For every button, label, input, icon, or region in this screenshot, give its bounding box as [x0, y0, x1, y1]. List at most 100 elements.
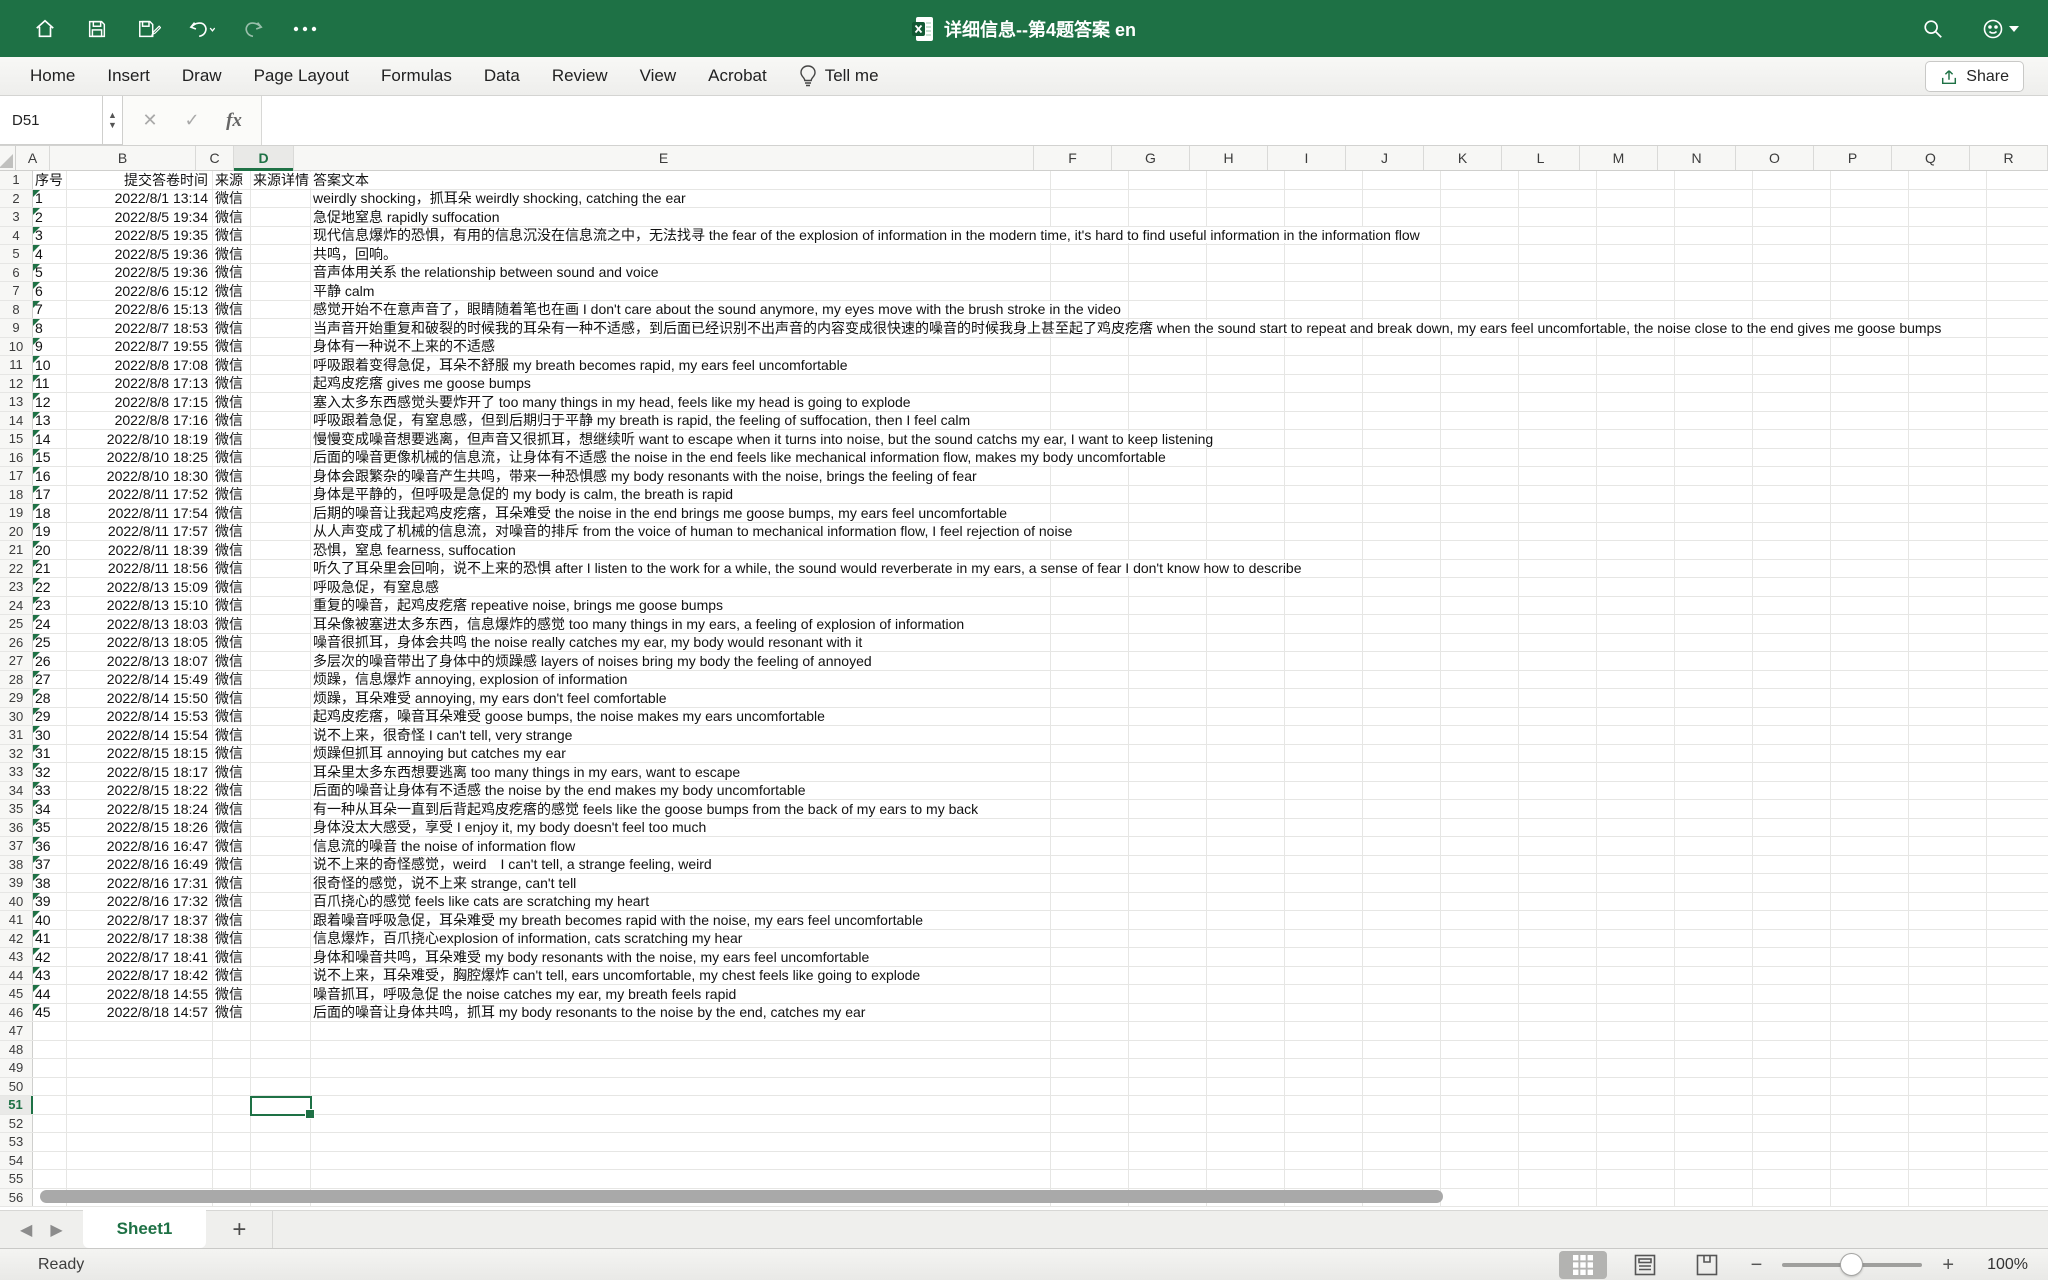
page-break-view-button[interactable]: [1683, 1251, 1731, 1279]
cell-I39[interactable]: [1285, 874, 1363, 892]
tab-acrobat[interactable]: Acrobat: [692, 57, 783, 96]
cell-E38[interactable]: 说不上来的奇怪感觉，weird I can't tell, a strange …: [311, 856, 1051, 874]
cell-K53[interactable]: [1441, 1133, 1519, 1151]
cell-L35[interactable]: [1519, 800, 1597, 818]
cell-C54[interactable]: [213, 1152, 251, 1170]
cell-B17[interactable]: 2022/8/10 18:30: [67, 467, 213, 485]
cell-L32[interactable]: [1519, 745, 1597, 763]
cell-C52[interactable]: [213, 1115, 251, 1133]
cell-L6[interactable]: [1519, 264, 1597, 282]
cell-J38[interactable]: [1363, 856, 1441, 874]
cell-M21[interactable]: [1597, 541, 1675, 559]
cell-A5[interactable]: 4: [33, 245, 67, 263]
cell-N39[interactable]: [1675, 874, 1753, 892]
cell-G24[interactable]: [1129, 597, 1207, 615]
cell-D46[interactable]: [251, 1004, 311, 1022]
cell-B48[interactable]: [67, 1041, 213, 1059]
cell-L50[interactable]: [1519, 1078, 1597, 1096]
cell-E32[interactable]: 烦躁但抓耳 annoying but catches my ear: [311, 745, 1051, 763]
cell-D52[interactable]: [251, 1115, 311, 1133]
cell-E6[interactable]: 音声体用关系 the relationship between sound an…: [311, 264, 1051, 282]
cell-B40[interactable]: 2022/8/16 17:32: [67, 893, 213, 911]
cell-G26[interactable]: [1129, 634, 1207, 652]
cell-L40[interactable]: [1519, 893, 1597, 911]
cell-Q39[interactable]: [1909, 874, 1987, 892]
cell-A35[interactable]: 34: [33, 800, 67, 818]
cell-H43[interactable]: [1207, 948, 1285, 966]
cell-H29[interactable]: [1207, 689, 1285, 707]
cell-Q21[interactable]: [1909, 541, 1987, 559]
cell-N29[interactable]: [1675, 689, 1753, 707]
cell-N18[interactable]: [1675, 486, 1753, 504]
cell-L52[interactable]: [1519, 1115, 1597, 1133]
cell-D15[interactable]: [251, 430, 311, 448]
cell-C51[interactable]: [213, 1096, 251, 1114]
row-header-51[interactable]: 51: [0, 1096, 33, 1114]
cell-H53[interactable]: [1207, 1133, 1285, 1151]
cell-M41[interactable]: [1597, 911, 1675, 929]
cell-P14[interactable]: [1831, 412, 1909, 430]
cell-L56[interactable]: [1519, 1189, 1597, 1207]
cell-A54[interactable]: [33, 1152, 67, 1170]
cell-O21[interactable]: [1753, 541, 1831, 559]
insert-function-icon[interactable]: fx: [217, 104, 251, 138]
cell-F42[interactable]: [1051, 930, 1129, 948]
row-header-32[interactable]: 32: [0, 745, 33, 763]
cell-Q10[interactable]: [1909, 338, 1987, 356]
cell-E15[interactable]: 慢慢变成噪音想要逃离，但声音又很抓耳，想继续听 want to escape w…: [311, 430, 1051, 448]
cell-P15[interactable]: [1831, 430, 1909, 448]
cell-Q35[interactable]: [1909, 800, 1987, 818]
cell-H13[interactable]: [1207, 393, 1285, 411]
cell-M24[interactable]: [1597, 597, 1675, 615]
cell-A23[interactable]: 22: [33, 578, 67, 596]
cell-A29[interactable]: 28: [33, 689, 67, 707]
cell-E36[interactable]: 身体没太大感受，享受 I enjoy it, my body doesn't f…: [311, 819, 1051, 837]
cell-G5[interactable]: [1129, 245, 1207, 263]
cell-B10[interactable]: 2022/8/7 19:55: [67, 338, 213, 356]
cell-B35[interactable]: 2022/8/15 18:24: [67, 800, 213, 818]
cell-F28[interactable]: [1051, 671, 1129, 689]
cell-L11[interactable]: [1519, 356, 1597, 374]
cell-J44[interactable]: [1363, 967, 1441, 985]
cell-M1[interactable]: [1597, 171, 1675, 189]
cell-I46[interactable]: [1285, 1004, 1363, 1022]
row-header-4[interactable]: 4: [0, 227, 33, 245]
cell-M46[interactable]: [1597, 1004, 1675, 1022]
cell-R47[interactable]: [1987, 1022, 2048, 1040]
cell-F51[interactable]: [1051, 1096, 1129, 1114]
cell-R38[interactable]: [1987, 856, 2048, 874]
cell-J50[interactable]: [1363, 1078, 1441, 1096]
cell-M35[interactable]: [1597, 800, 1675, 818]
cell-Q40[interactable]: [1909, 893, 1987, 911]
cell-C53[interactable]: [213, 1133, 251, 1151]
cell-K25[interactable]: [1441, 615, 1519, 633]
cell-K42[interactable]: [1441, 930, 1519, 948]
row-header-8[interactable]: 8: [0, 301, 33, 319]
cell-H35[interactable]: [1207, 800, 1285, 818]
cell-O36[interactable]: [1753, 819, 1831, 837]
cell-A19[interactable]: 18: [33, 504, 67, 522]
cell-D41[interactable]: [251, 911, 311, 929]
cell-P28[interactable]: [1831, 671, 1909, 689]
cell-K8[interactable]: [1441, 301, 1519, 319]
cell-G12[interactable]: [1129, 375, 1207, 393]
cell-R20[interactable]: [1987, 523, 2048, 541]
cell-E12[interactable]: 起鸡皮疙瘩 gives me goose bumps: [311, 375, 1051, 393]
cell-E8[interactable]: 感觉开始不在意声音了，眼睛随着笔也在画 I don't care about t…: [311, 301, 1051, 319]
cell-P12[interactable]: [1831, 375, 1909, 393]
cell-L30[interactable]: [1519, 708, 1597, 726]
cell-R54[interactable]: [1987, 1152, 2048, 1170]
cell-J20[interactable]: [1363, 523, 1441, 541]
cell-L36[interactable]: [1519, 819, 1597, 837]
cell-I40[interactable]: [1285, 893, 1363, 911]
cell-R26[interactable]: [1987, 634, 2048, 652]
cell-B41[interactable]: 2022/8/17 18:37: [67, 911, 213, 929]
cell-E2[interactable]: weirdly shocking，抓耳朵 weirdly shocking, c…: [311, 190, 1051, 208]
cell-M54[interactable]: [1597, 1152, 1675, 1170]
cell-M20[interactable]: [1597, 523, 1675, 541]
active-cell-selection[interactable]: [250, 1096, 312, 1116]
cell-E19[interactable]: 后期的噪音让我起鸡皮疙瘩，耳朵难受 the noise in the end b…: [311, 504, 1051, 522]
cell-N45[interactable]: [1675, 985, 1753, 1003]
row-header-28[interactable]: 28: [0, 671, 33, 689]
cell-O14[interactable]: [1753, 412, 1831, 430]
